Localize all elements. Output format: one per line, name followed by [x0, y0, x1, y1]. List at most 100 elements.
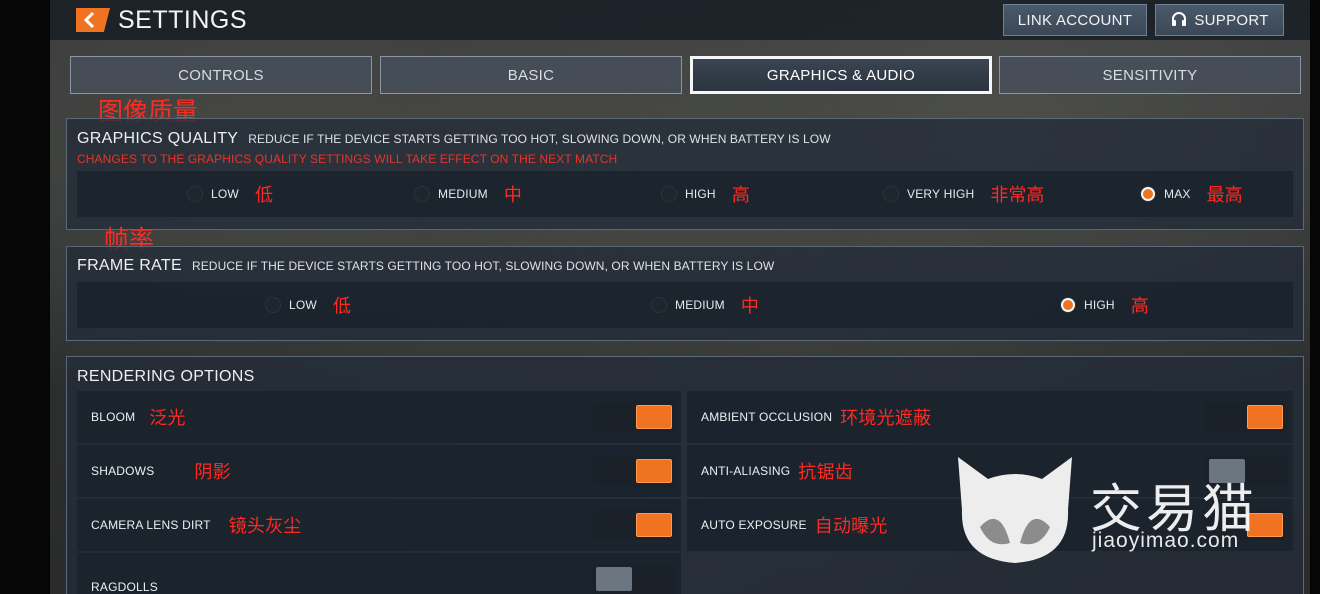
letterbox-left — [0, 0, 50, 594]
option-annotation: 中 — [503, 185, 522, 206]
setting-label: AUTO EXPOSURE 自动曝光 — [701, 499, 888, 551]
link-account-label: LINK ACCOUNT — [1017, 11, 1133, 29]
option-label: MEDIUM — [675, 298, 725, 312]
setting-annotation: 阴影 — [194, 462, 231, 483]
tab-basic[interactable]: BASIC — [380, 56, 682, 94]
frame-rate-heading: FRAME RATE REDUCE IF THE DEVICE STARTS GE… — [77, 257, 774, 275]
cat-logo-icon — [958, 457, 1072, 563]
camera-lens-dirt-toggle[interactable] — [593, 510, 675, 540]
radio-button[interactable] — [883, 186, 899, 202]
toggle-knob — [636, 513, 672, 537]
radio-button[interactable] — [651, 297, 667, 313]
option-label: HIGH — [685, 187, 716, 201]
graphics-quality-warning: CHANGES TO THE GRAPHICS QUALITY SETTINGS… — [77, 152, 618, 166]
support-label: SUPPORT — [1194, 11, 1269, 29]
tab-sensitivity[interactable]: SENSITIVITY — [999, 56, 1301, 94]
frame-rate-option-medium[interactable]: MEDIUM 中 — [651, 282, 759, 328]
radio-button[interactable] — [414, 186, 430, 202]
toggle-knob — [1247, 405, 1283, 429]
tab-graphics-audio[interactable]: GRAPHICS & AUDIO — [690, 56, 992, 94]
option-annotation: 非常高 — [990, 185, 1045, 206]
frame-rate-title: FRAME RATE — [77, 257, 182, 274]
setting-annotation: 抗锯齿 — [798, 462, 853, 483]
header-bar: SETTINGS LINK ACCOUNT SUPPORT — [50, 0, 1310, 40]
frame-rate-panel: FRAME RATE REDUCE IF THE DEVICE STARTS GE… — [66, 246, 1304, 341]
tab-label: SENSITIVITY — [1102, 66, 1198, 84]
radio-button-selected[interactable] — [1060, 297, 1076, 313]
headset-icon — [1172, 12, 1187, 26]
option-label: MEDIUM — [438, 187, 488, 201]
setting-name: AMBIENT OCCLUSION — [701, 410, 833, 424]
tab-label: BASIC — [507, 66, 555, 84]
setting-name: ANTI-ALIASING — [701, 464, 791, 478]
setting-name: RAGDOLLS — [91, 580, 158, 594]
ragdolls-toggle[interactable] — [593, 564, 675, 594]
shadows-toggle[interactable] — [593, 456, 675, 486]
setting-row-bloom: BLOOM 泛光 — [77, 391, 681, 443]
frame-rate-options: LOW 低 MEDIUM 中 HIGH 高 — [77, 282, 1293, 328]
graphics-quality-options: LOW 低 MEDIUM 中 HIGH 高 VERY HIGH 非常高 MAX — [77, 171, 1293, 217]
setting-name: BLOOM — [91, 410, 136, 424]
option-annotation: 高 — [1130, 296, 1149, 317]
setting-label: BLOOM 泛光 — [91, 391, 186, 443]
setting-label: CAMERA LENS DIRT 镜头灰尘 — [91, 499, 302, 551]
rendering-options-title: RENDERING OPTIONS — [77, 368, 255, 385]
graphics-quality-option-high[interactable]: HIGH 高 — [661, 171, 750, 217]
frame-rate-option-low[interactable]: LOW 低 — [265, 282, 351, 328]
graphics-quality-option-low[interactable]: LOW 低 — [187, 171, 273, 217]
setting-annotation: 自动曝光 — [814, 516, 888, 537]
option-annotation: 高 — [731, 185, 750, 206]
setting-name: CAMERA LENS DIRT — [91, 518, 211, 532]
back-button[interactable] — [76, 8, 110, 32]
option-annotation: 低 — [254, 185, 273, 206]
frame-rate-option-high[interactable]: HIGH 高 — [1060, 282, 1149, 328]
setting-label: ANTI-ALIASING 抗锯齿 — [701, 445, 853, 497]
setting-label: RAGDOLLS — [91, 561, 158, 594]
setting-annotation: 环境光遮蔽 — [840, 408, 932, 429]
setting-annotation: 镜头灰尘 — [228, 516, 302, 537]
setting-row-shadows: SHADOWS 阴影 — [77, 445, 681, 497]
graphics-quality-option-medium[interactable]: MEDIUM 中 — [414, 171, 522, 217]
toggle-knob — [636, 405, 672, 429]
frame-rate-description: REDUCE IF THE DEVICE STARTS GETTING TOO … — [191, 259, 775, 273]
setting-label: SHADOWS 阴影 — [91, 445, 231, 497]
letterbox-right — [1310, 0, 1320, 594]
page-title: SETTINGS — [118, 6, 248, 34]
tab-controls[interactable]: CONTROLS — [70, 56, 372, 94]
watermark: 交易猫 jiaoyimao.com — [950, 455, 1290, 565]
graphics-quality-panel: GRAPHICS QUALITY REDUCE IF THE DEVICE STA… — [66, 118, 1304, 230]
graphics-quality-description: REDUCE IF THE DEVICE STARTS GETTING TOO … — [248, 132, 831, 146]
tab-label: GRAPHICS & AUDIO — [766, 66, 916, 84]
option-label: LOW — [289, 298, 317, 312]
graphics-quality-option-very-high[interactable]: VERY HIGH 非常高 — [883, 171, 1044, 217]
setting-row-ambient-occlusion: AMBIENT OCCLUSION 环境光遮蔽 — [687, 391, 1293, 443]
option-label: HIGH — [1084, 298, 1115, 312]
radio-button-selected[interactable] — [1140, 186, 1156, 202]
option-label: MAX — [1164, 187, 1191, 201]
toggle-knob — [636, 459, 672, 483]
radio-button[interactable] — [187, 186, 203, 202]
ambient-occlusion-toggle[interactable] — [1204, 402, 1286, 432]
settings-screen: SETTINGS LINK ACCOUNT SUPPORT CONTROLS B… — [50, 0, 1310, 594]
radio-button[interactable] — [265, 297, 281, 313]
support-button[interactable]: SUPPORT — [1155, 4, 1284, 36]
link-account-button[interactable]: LINK ACCOUNT — [1003, 4, 1147, 36]
radio-button[interactable] — [661, 186, 677, 202]
graphics-quality-title: GRAPHICS QUALITY — [77, 130, 239, 147]
bloom-toggle[interactable] — [593, 402, 675, 432]
setting-name: SHADOWS — [91, 464, 155, 478]
setting-row-ragdolls: RAGDOLLS — [77, 553, 681, 594]
option-label: VERY HIGH — [907, 187, 975, 201]
watermark-url: jiaoyimao.com — [1092, 529, 1240, 552]
setting-annotation: 泛光 — [149, 408, 186, 429]
tab-label: CONTROLS — [178, 66, 264, 84]
setting-label: AMBIENT OCCLUSION 环境光遮蔽 — [701, 391, 931, 443]
option-annotation: 低 — [332, 296, 351, 317]
option-annotation: 最高 — [1206, 185, 1243, 206]
chevron-left-icon — [83, 12, 95, 28]
toggle-knob — [596, 567, 632, 591]
setting-row-camera-lens-dirt: CAMERA LENS DIRT 镜头灰尘 — [77, 499, 681, 551]
settings-tabs: CONTROLS BASIC GRAPHICS & AUDIO SENSITIV… — [70, 56, 1301, 94]
graphics-quality-option-max[interactable]: MAX 最高 — [1140, 171, 1243, 217]
option-label: LOW — [211, 187, 239, 201]
